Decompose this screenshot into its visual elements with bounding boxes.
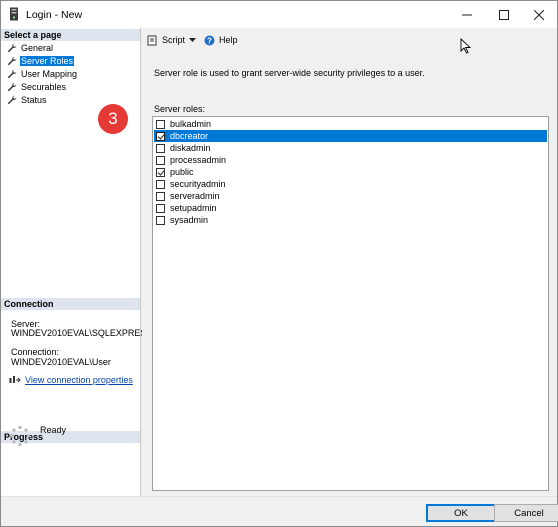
view-connection-link[interactable]: View connection properties: [25, 375, 133, 385]
ok-button[interactable]: OK: [426, 504, 496, 522]
script-button[interactable]: Script: [147, 35, 197, 46]
close-icon: [534, 9, 544, 20]
help-icon: ?: [204, 35, 215, 45]
role-row-processadmin[interactable]: processadmin: [154, 154, 547, 166]
page-selector-panel: Select a page General Server Roles User …: [1, 28, 146, 496]
role-name: bulkadmin: [170, 119, 212, 129]
role-checkbox[interactable]: [156, 191, 165, 201]
window-title: Login - New: [26, 9, 83, 21]
dialog-footer: OK Cancel: [1, 496, 558, 526]
role-name: public: [170, 167, 194, 177]
role-checkbox[interactable]: [156, 215, 165, 225]
role-row-public[interactable]: public: [154, 166, 547, 178]
role-checkbox[interactable]: [156, 143, 165, 153]
page-item-label: Status: [21, 95, 47, 105]
wrench-icon: [7, 95, 17, 105]
page-item-label: User Mapping: [21, 69, 78, 79]
server-roles-list: bulkadmin dbcreator diskadmin processadm…: [152, 116, 549, 491]
toolbar: Script ? Help: [142, 28, 557, 52]
minimize-icon: [462, 14, 472, 15]
server-roles-page: Script ? Help Server role is used to gra…: [142, 28, 557, 496]
role-checkbox[interactable]: [156, 119, 165, 129]
role-checkbox[interactable]: [156, 179, 165, 189]
wrench-icon: [7, 56, 17, 66]
help-label: Help: [219, 35, 238, 45]
page-item-general[interactable]: General: [7, 42, 54, 54]
server-value: WINDEV2010EVAL\SQLEXPRES: [11, 328, 147, 338]
role-row-bulkadmin[interactable]: bulkadmin: [154, 118, 547, 130]
role-name: serveradmin: [170, 191, 220, 201]
page-item-status[interactable]: Status: [7, 94, 48, 106]
page-item-label: Securables: [21, 82, 67, 92]
select-page-header: Select a page: [1, 29, 140, 41]
help-button[interactable]: ? Help: [204, 35, 238, 46]
role-row-setupadmin[interactable]: setupadmin: [154, 202, 547, 214]
step-badge: 3: [98, 104, 128, 134]
wrench-icon: [7, 82, 17, 92]
page-item-label: Server Roles: [20, 56, 75, 66]
role-row-securityadmin[interactable]: securityadmin: [154, 178, 547, 190]
role-checkbox[interactable]: [156, 167, 165, 177]
role-name: dbcreator: [170, 131, 209, 141]
minimize-button[interactable]: [447, 1, 487, 28]
progress-status: Ready: [40, 425, 67, 435]
page-item-label: General: [21, 43, 54, 53]
svg-text:?: ?: [207, 36, 212, 45]
role-name: securityadmin: [170, 179, 226, 189]
maximize-button[interactable]: [484, 1, 524, 28]
login-dialog: Login - New Select a page General Server…: [0, 0, 558, 527]
connection-header: Connection: [1, 298, 140, 310]
role-row-dbcreator[interactable]: dbcreator: [154, 130, 547, 142]
role-row-serveradmin[interactable]: serveradmin: [154, 190, 547, 202]
close-button[interactable]: [519, 1, 558, 28]
title-bar: Login - New: [1, 1, 557, 28]
script-label: Script: [162, 35, 186, 45]
progress-spinner-icon: [9, 425, 31, 447]
role-checkbox[interactable]: [156, 155, 165, 165]
view-connection-properties[interactable]: View connection properties: [9, 375, 133, 385]
chevron-down-icon[interactable]: [189, 37, 197, 43]
page-item-user-mapping[interactable]: User Mapping: [7, 68, 78, 80]
maximize-icon: [499, 9, 509, 20]
wrench-icon: [7, 69, 17, 79]
role-row-diskadmin[interactable]: diskadmin: [154, 142, 547, 154]
server-roles-label: Server roles:: [154, 104, 206, 114]
role-checkbox[interactable]: [156, 131, 165, 141]
connection-icon: [9, 376, 21, 383]
role-name: processadmin: [170, 155, 227, 165]
role-checkbox[interactable]: [156, 203, 165, 213]
connection-value: WINDEV2010EVAL\User: [11, 357, 111, 367]
page-item-server-roles[interactable]: Server Roles: [7, 55, 75, 67]
role-name: setupadmin: [170, 203, 217, 213]
cancel-button[interactable]: Cancel: [494, 504, 558, 522]
role-name: diskadmin: [170, 143, 211, 153]
role-name: sysadmin: [170, 215, 209, 225]
page-description: Server role is used to grant server-wide…: [154, 68, 425, 78]
connection-label: Connection:: [11, 347, 60, 357]
server-icon: [10, 7, 18, 21]
wrench-icon: [7, 43, 17, 53]
page-item-securables[interactable]: Securables: [7, 81, 67, 93]
mouse-cursor-icon: [460, 38, 472, 54]
role-row-sysadmin[interactable]: sysadmin: [154, 214, 547, 226]
script-icon: [147, 35, 157, 45]
